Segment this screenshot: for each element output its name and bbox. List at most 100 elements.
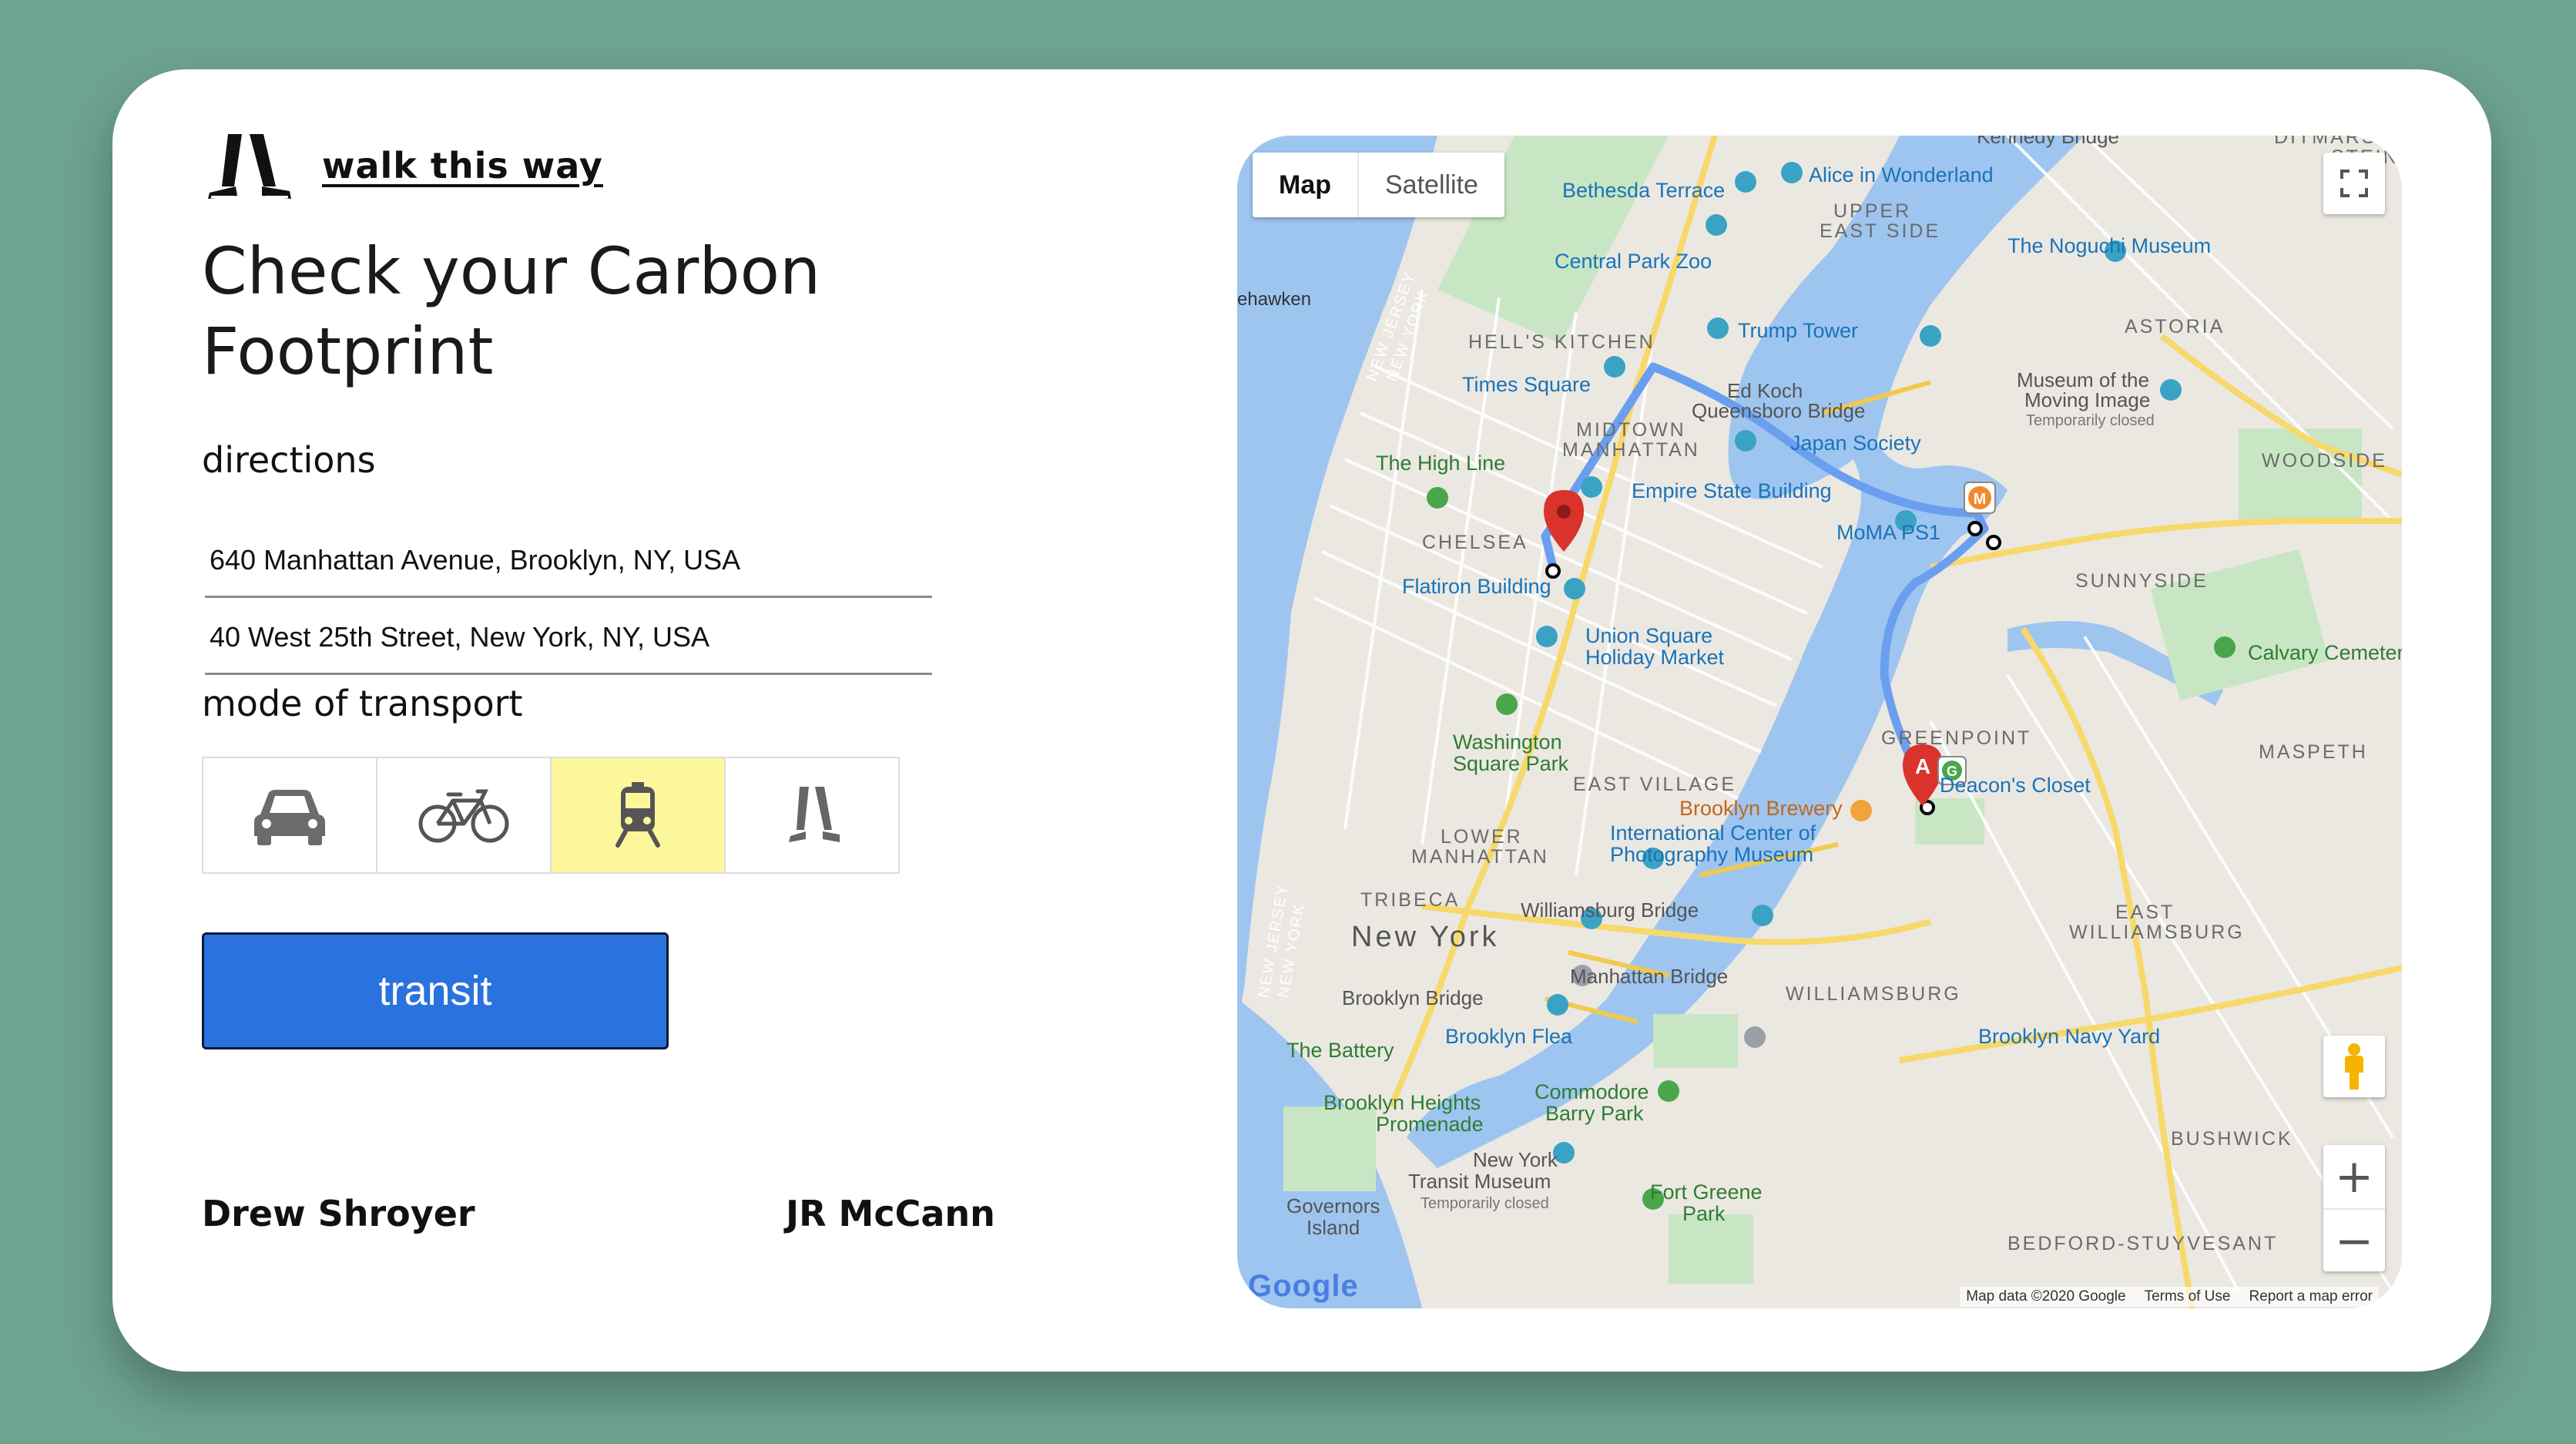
map-label: MANHATTAN xyxy=(1562,439,1700,461)
map-label: EAST VILLAGE xyxy=(1573,774,1736,795)
map-label: Holiday Market xyxy=(1585,646,1725,669)
svg-text:A: A xyxy=(1915,754,1930,778)
map-label: HELL'S KITCHEN xyxy=(1468,331,1655,353)
map-label: Park xyxy=(1682,1202,1726,1225)
map-label: Governors xyxy=(1286,1194,1380,1217)
map-label: Flatiron Building xyxy=(1402,575,1551,598)
map-label: Manhattan Bridge xyxy=(1570,965,1728,988)
author-name: Drew Shroyer xyxy=(202,1193,475,1234)
map-footer: Map data ©2020 Google Terms of Use Repor… xyxy=(1960,1287,2379,1307)
zoom-in-button[interactable]: + xyxy=(2323,1145,2385,1210)
page-title: Check your Carbon Footprint xyxy=(202,233,821,389)
map-label: Central Park Zoo xyxy=(1555,250,1712,273)
map-label: Promenade xyxy=(1376,1113,1484,1136)
map-label: Alice in Wonderland xyxy=(1809,163,1994,186)
map-label: Photography Museum xyxy=(1610,843,1813,866)
map-label: The Noguchi Museum xyxy=(2007,234,2211,257)
map-label: TRIBECA xyxy=(1360,889,1460,911)
terms-link[interactable]: Terms of Use xyxy=(2145,1288,2231,1305)
map-label: WOODSIDE xyxy=(2262,450,2387,472)
map-label: MANHATTAN xyxy=(1411,846,1549,868)
brand-name[interactable]: walk this way xyxy=(322,145,603,186)
tab-satellite[interactable]: Satellite xyxy=(1359,153,1504,217)
origin-input[interactable] xyxy=(205,524,932,598)
map-label: Deacon's Closet xyxy=(1940,774,2091,797)
brand[interactable]: walk this way xyxy=(205,131,603,200)
pegman-icon xyxy=(2345,1043,2363,1090)
map-label: MIDTOWN xyxy=(1576,419,1686,441)
map-label: The Battery xyxy=(1286,1039,1394,1062)
map-label: Japan Society xyxy=(1790,432,1921,455)
map-label: LOWER xyxy=(1441,826,1523,848)
map-type-tabs: Map Satellite xyxy=(1253,153,1504,217)
tab-map[interactable]: Map xyxy=(1253,153,1359,217)
map-label: MASPETH xyxy=(2259,741,2368,763)
map-label: Brooklyn Flea xyxy=(1445,1025,1573,1048)
fullscreen-button[interactable] xyxy=(2323,153,2385,214)
map-label: EAST SIDE xyxy=(1820,220,1940,242)
destination-input[interactable] xyxy=(205,601,932,675)
directions-label: directions xyxy=(202,439,376,481)
map-label: New York xyxy=(1351,921,1500,953)
bicycle-icon xyxy=(418,789,509,843)
map-label: Washington xyxy=(1453,730,1562,754)
mode-transit-button[interactable] xyxy=(550,757,726,874)
map-label: Temporarily closed xyxy=(1420,1195,1549,1212)
map-label: International Center of xyxy=(1610,821,1816,845)
transport-mode-selector xyxy=(202,757,900,874)
map-label: Moving Image xyxy=(2024,388,2150,411)
map-label: Temporarily closed xyxy=(2026,412,2155,429)
map-label: Bethesda Terrace xyxy=(1562,179,1725,202)
map-label: Empire State Building xyxy=(1632,479,1832,502)
map-label: Transit Museum xyxy=(1408,1170,1551,1193)
zoom-controls: + − xyxy=(2323,1145,2385,1271)
map-label: BUSHWICK xyxy=(2171,1128,2293,1150)
map-label: Times Square xyxy=(1462,373,1591,396)
route-map[interactable]: A M G Bethesda Terrace Alice in Wonderla… xyxy=(1237,136,2402,1308)
mode-bike-button[interactable] xyxy=(376,757,552,874)
map-label: CHELSEA xyxy=(1422,532,1528,553)
mode-car-button[interactable] xyxy=(202,757,377,874)
map-label: MoMA PS1 xyxy=(1836,521,1940,544)
street-view-pegman[interactable] xyxy=(2323,1036,2385,1097)
map-label: Trump Tower xyxy=(1738,319,1858,342)
svg-text:M: M xyxy=(1974,491,1987,508)
map-label: Commodore xyxy=(1535,1080,1649,1103)
map-canvas[interactable]: A M G Bethesda Terrace Alice in Wonderla… xyxy=(1237,136,2402,1308)
map-label: BEDFORD-STUYVESANT xyxy=(2007,1233,2278,1254)
map-label: Square Park xyxy=(1453,752,1569,775)
transit-submit-button[interactable]: transit xyxy=(202,932,669,1049)
fullscreen-icon xyxy=(2340,170,2368,197)
walking-legs-icon xyxy=(208,134,291,199)
map-label: Union Square xyxy=(1585,624,1712,647)
map-label: Fort Greene xyxy=(1650,1180,1763,1204)
map-label: Brooklyn Brewery xyxy=(1679,797,1843,820)
map-label: GREENPOINT xyxy=(1881,727,2031,749)
google-logo: Google xyxy=(1248,1269,1359,1303)
map-label: WILLIAMSBURG xyxy=(2069,922,2245,943)
map-label: The High Line xyxy=(1376,452,1505,475)
map-label: WILLIAMSBURG xyxy=(1786,983,1961,1005)
map-label: Island xyxy=(1306,1216,1360,1239)
walking-icon xyxy=(789,787,840,842)
mode-walk-button[interactable] xyxy=(724,757,900,874)
map-label: Calvary Cemetery xyxy=(2248,641,2402,664)
map-label: Brooklyn Bridge xyxy=(1342,986,1484,1009)
report-error-link[interactable]: Report a map error xyxy=(2249,1288,2373,1305)
map-label: Barry Park xyxy=(1545,1102,1644,1125)
map-label: SUNNYSIDE xyxy=(2075,570,2209,592)
app-card: walk this way Check your Carbon Footprin… xyxy=(112,69,2491,1372)
map-label: Brooklyn Navy Yard xyxy=(1978,1025,2160,1048)
train-icon xyxy=(615,782,660,848)
map-label: Kennedy Bridge xyxy=(1977,136,2119,148)
map-label: New York xyxy=(1473,1148,1558,1171)
car-icon xyxy=(254,790,325,845)
author-name: JR McCann xyxy=(786,1193,995,1234)
map-label: UPPER xyxy=(1833,200,1911,222)
zoom-out-button[interactable]: − xyxy=(2323,1210,2385,1273)
map-data-attribution: Map data ©2020 Google xyxy=(1966,1288,2126,1305)
map-label: ehawken xyxy=(1237,289,1311,310)
map-label: Brooklyn Heights xyxy=(1323,1091,1481,1114)
map-label: ASTORIA xyxy=(2125,316,2225,337)
transport-label: mode of transport xyxy=(202,683,523,724)
